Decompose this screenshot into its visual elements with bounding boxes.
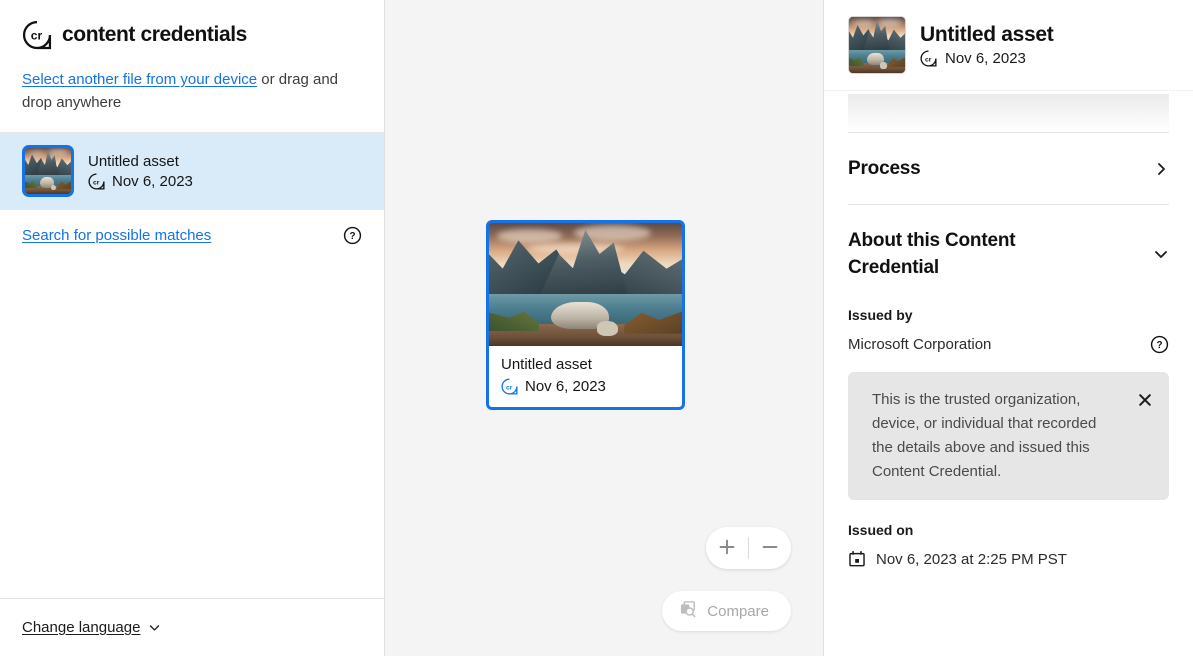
issued-on-value: Nov 6, 2023 at 2:25 PM PST xyxy=(876,551,1067,568)
sidebar-asset-date-row: cr Nov 6, 2023 xyxy=(88,173,193,190)
canvas-asset-date: Nov 6, 2023 xyxy=(525,378,606,395)
issued-on-row: Nov 6, 2023 at 2:25 PM PST xyxy=(848,550,1169,568)
zoom-in-button[interactable] xyxy=(706,527,748,569)
calendar-icon xyxy=(848,550,866,568)
sidebar-asset-date: Nov 6, 2023 xyxy=(112,173,193,190)
sidebar-asset-title: Untitled asset xyxy=(88,153,193,170)
mountain-lake-thumbnail xyxy=(22,145,74,197)
compare-button-label: Compare xyxy=(707,603,769,620)
select-file-link[interactable]: Select another file from your device xyxy=(22,71,257,88)
upload-instructions: Select another file from your device or … xyxy=(0,58,384,132)
issued-by-label: Issued by xyxy=(848,307,1169,323)
compare-button[interactable]: Compare xyxy=(662,591,791,631)
asset-canvas[interactable]: Untitled asset cr Nov 6, 2023 xyxy=(384,0,824,656)
issued-on-label: Issued on xyxy=(848,522,1169,538)
sidebar-asset-item[interactable]: Untitled asset cr Nov 6, 2023 xyxy=(0,132,384,210)
issued-by-tooltip: This is the trusted organization, device… xyxy=(848,372,1169,500)
chevron-down-icon[interactable] xyxy=(148,621,161,634)
scrolled-asset-sheet xyxy=(848,94,1169,132)
question-mark-circle-icon[interactable]: ? xyxy=(1150,335,1169,354)
mountain-lake-thumbnail xyxy=(848,16,906,74)
cr-logo-icon: cr xyxy=(22,20,52,50)
app-root: cr content credentials Select another fi… xyxy=(0,0,1193,656)
zoom-controls xyxy=(706,527,791,569)
chevron-right-icon[interactable] xyxy=(1153,161,1169,177)
compare-images-icon xyxy=(678,599,698,623)
sidebar: cr content credentials Select another fi… xyxy=(0,0,384,656)
svg-text:cr: cr xyxy=(31,29,43,43)
chevron-down-icon[interactable] xyxy=(1153,246,1169,262)
brand: cr content credentials xyxy=(0,0,384,58)
issued-by-value: Microsoft Corporation xyxy=(848,336,991,353)
sidebar-asset-meta: Untitled asset cr Nov 6, 2023 xyxy=(88,153,193,190)
svg-text:cr: cr xyxy=(925,56,932,63)
minus-icon xyxy=(759,536,781,561)
page-title: Untitled asset xyxy=(920,23,1054,47)
cr-badge-icon: cr xyxy=(501,378,518,395)
svg-text:cr: cr xyxy=(506,384,513,391)
canvas-asset-card[interactable]: Untitled asset cr Nov 6, 2023 xyxy=(486,220,685,410)
section-process-title: Process xyxy=(848,155,921,182)
cr-badge-icon: cr xyxy=(88,173,105,190)
panel-header: Untitled asset cr Nov 6, 2023 xyxy=(824,0,1193,90)
plus-icon xyxy=(716,536,738,561)
search-matches-link[interactable]: Search for possible matches xyxy=(22,227,211,244)
svg-text:cr: cr xyxy=(93,179,100,186)
section-about-content-credential[interactable]: About this Content Credential xyxy=(848,205,1169,303)
section-process[interactable]: Process xyxy=(848,133,1169,204)
panel-body: Process About this Content Credential Is… xyxy=(824,132,1193,656)
issued-by-row: Microsoft Corporation ? xyxy=(848,335,1169,354)
mountain-lake-image xyxy=(489,223,682,346)
zoom-out-button[interactable] xyxy=(749,527,791,569)
panel-header-meta: Untitled asset cr Nov 6, 2023 xyxy=(920,23,1054,67)
panel-header-date-row: cr Nov 6, 2023 xyxy=(920,50,1054,67)
section-about-title: About this Content Credential xyxy=(848,227,1068,281)
close-x-icon[interactable] xyxy=(1137,392,1153,408)
cr-badge-icon: cr xyxy=(920,50,937,67)
canvas-asset-card-body: Untitled asset cr Nov 6, 2023 xyxy=(489,346,682,407)
panel-header-date: Nov 6, 2023 xyxy=(945,50,1026,67)
change-language-link[interactable]: Change language xyxy=(22,619,140,636)
brand-name: content credentials xyxy=(62,23,247,47)
canvas-asset-date-row: cr Nov 6, 2023 xyxy=(501,378,670,395)
sidebar-spacer xyxy=(0,261,384,598)
svg-text:?: ? xyxy=(1156,340,1162,351)
canvas-asset-title: Untitled asset xyxy=(501,356,670,373)
sidebar-footer: Change language xyxy=(0,598,384,656)
tooltip-text: This is the trusted organization, device… xyxy=(872,388,1110,484)
details-panel: Untitled asset cr Nov 6, 2023 Process xyxy=(824,0,1193,656)
question-mark-circle-icon[interactable]: ? xyxy=(343,226,362,245)
svg-text:?: ? xyxy=(349,231,355,242)
search-matches-row: Search for possible matches ? xyxy=(0,210,384,261)
